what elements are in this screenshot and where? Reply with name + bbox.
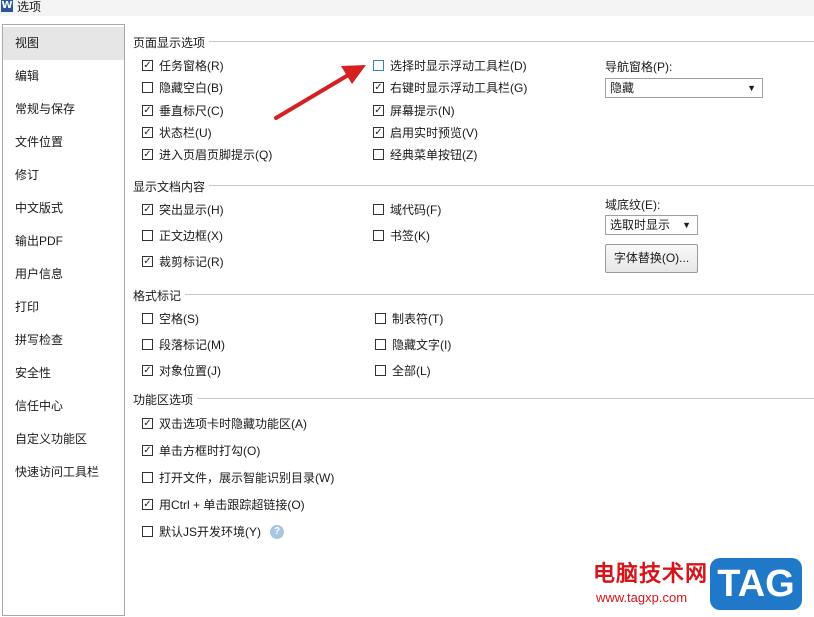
section-divider [133,398,814,399]
section-divider [133,41,814,42]
field-shading-label: 域底纹(E): [605,198,661,212]
checkbox-box[interactable] [142,204,153,215]
watermark: 电脑技术网 www.tagxp.com TAG [593,556,814,617]
sidebar-item-user-info[interactable]: 用户信息 [3,258,124,291]
checkbox-box[interactable] [373,204,384,215]
checkbox-box[interactable] [375,339,386,350]
checkbox-box[interactable] [142,418,153,429]
checkbox-box[interactable] [373,105,384,116]
checkbox-label: 单击方框时打勾(O) [159,444,261,458]
checkbox-label: 全部(L) [392,364,431,378]
checkbox-box[interactable] [375,313,386,324]
sidebar-item-edit[interactable]: 编辑 [3,60,124,93]
sidebar-item-spell-check[interactable]: 拼写检查 [3,324,124,357]
watermark-site-name: 电脑技术网 [593,561,709,586]
checkbox-box[interactable] [142,472,153,483]
checkbox-label: 段落标记(M) [159,338,225,352]
checkbox-box[interactable] [142,149,153,160]
sidebar-item-export-pdf[interactable]: 输出PDF [3,225,124,258]
checkbox-box[interactable] [373,230,384,241]
sidebar-item-quick-access-toolbar[interactable]: 快速访问工具栏 [3,456,124,489]
checkbox-box[interactable] [373,60,384,71]
sidebar-item-trust-center[interactable]: 信任中心 [3,390,124,423]
checkbox-box[interactable] [373,149,384,160]
checkbox-label: 默认JS开发环境(Y) [159,525,262,539]
section-title-doc-content: 显示文档内容 [133,178,210,195]
options-content: 页面显示选项 任务窗格(R) 隐藏空白(B) 垂直标尺(C) 状态栏(U) 进入… [125,24,814,617]
checkbox-label: 制表符(T) [392,312,444,326]
arrow-shaft [274,72,352,120]
checkbox-box[interactable] [142,526,153,537]
checkbox-box[interactable] [373,127,384,138]
checkbox-box[interactable] [142,105,153,116]
window-title: 选项 [17,0,42,14]
help-icon[interactable]: ? [270,525,284,539]
checkbox-box[interactable] [142,230,153,241]
checkbox-label: 书签(K) [390,229,430,243]
checkbox-label: 选择时显示浮动工具栏(D) [390,59,527,73]
checkbox-label: 隐藏文字(I) [392,338,452,352]
checkbox-box[interactable] [373,82,384,93]
nav-pane-select[interactable]: 隐藏 ▼ [605,78,763,98]
wps-writer-icon: W [1,0,13,12]
sidebar-item-general-save[interactable]: 常规与保存 [3,93,124,126]
font-replace-button[interactable]: 字体替换(O)... [605,244,698,273]
sidebar-item-view[interactable]: 视图 [3,27,124,60]
sidebar-item-print[interactable]: 打印 [3,291,124,324]
checkbox-label: 隐藏空白(B) [159,81,223,95]
checkbox-box[interactable] [142,60,153,71]
sidebar-item-customize-ribbon[interactable]: 自定义功能区 [3,423,124,456]
watermark-tag-logo: TAG [710,558,802,610]
sidebar-item-chinese-layout[interactable]: 中文版式 [3,192,124,225]
section-divider [133,185,814,186]
checkbox-box[interactable] [142,82,153,93]
checkbox-label: 对象位置(J) [159,364,221,378]
section-title-ribbon-options: 功能区选项 [133,391,198,408]
checkbox-box[interactable] [142,339,153,350]
checkbox-label: 垂直标尺(C) [159,104,224,118]
checkbox-box[interactable] [375,365,386,376]
checkbox-label: 任务窗格(R) [159,59,224,73]
checkbox-box[interactable] [142,256,153,267]
title-bar: W 选项 [0,0,814,16]
options-sidebar: 视图 编辑 常规与保存 文件位置 修订 中文版式 输出PDF 用户信息 打印 拼… [2,24,125,616]
checkbox-label: 裁剪标记(R) [159,255,224,269]
checkbox-label: 屏幕提示(N) [390,104,455,118]
checkbox-label: 状态栏(U) [159,126,212,140]
checkbox-label: 进入页眉页脚提示(Q) [159,148,273,162]
field-shading-select[interactable]: 选取时显示 ▼ [605,215,698,235]
checkbox-box[interactable] [142,445,153,456]
sidebar-item-security[interactable]: 安全性 [3,357,124,390]
nav-pane-label: 导航窗格(P): [605,60,673,74]
checkbox-box[interactable] [142,365,153,376]
sidebar-item-file-location[interactable]: 文件位置 [3,126,124,159]
checkbox-label: 正文边框(X) [159,229,223,243]
checkbox-label: 域代码(F) [390,203,442,217]
checkbox-label: 启用实时预览(V) [390,126,478,140]
checkbox-label: 打开文件，展示智能识别目录(W) [159,471,335,485]
section-title-page-display: 页面显示选项 [133,34,210,51]
checkbox-label: 右键时显示浮动工具栏(G) [390,81,528,95]
field-shading-value: 选取时显示 [610,218,671,232]
section-title-format-marks: 格式标记 [133,287,186,304]
checkbox-label: 突出显示(H) [159,203,224,217]
dropdown-caret-icon: ▼ [747,83,756,93]
checkbox-label: 用Ctrl + 单击跟踪超链接(O) [159,498,305,512]
annotation-arrow [274,65,366,120]
checkbox-label: 空格(S) [159,312,199,326]
dropdown-caret-icon: ▼ [682,220,691,230]
checkbox-box[interactable] [142,313,153,324]
section-divider [133,294,814,295]
nav-pane-value: 隐藏 [610,81,635,95]
checkbox-box[interactable] [142,127,153,138]
watermark-url: www.tagxp.com [596,590,688,605]
checkbox-box[interactable] [142,499,153,510]
arrow-head [341,65,366,84]
checkbox-label: 经典菜单按钮(Z) [390,148,478,162]
checkbox-label: 双击选项卡时隐藏功能区(A) [159,417,307,431]
sidebar-item-revision[interactable]: 修订 [3,159,124,192]
